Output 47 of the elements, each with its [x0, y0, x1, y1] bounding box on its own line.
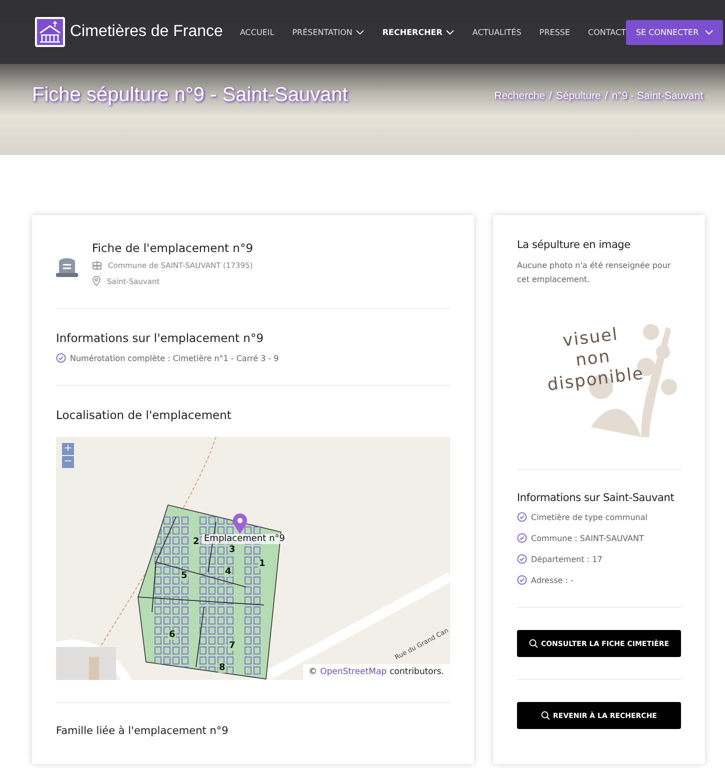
section-number: 3	[228, 545, 236, 555]
page-title: Fiche sépulture n°9 - Saint-Sauvant	[32, 84, 348, 107]
login-button[interactable]: SE CONNECTER	[626, 20, 723, 44]
attribution-link[interactable]: OpenStreetMap	[320, 667, 387, 677]
section-number: 7	[228, 641, 236, 651]
location-title: Fiche de l'emplacement n°9	[92, 241, 254, 255]
info-item: Département : 17	[531, 554, 602, 564]
search-icon	[541, 711, 550, 720]
section-title: Informations sur l'emplacement n°9	[56, 331, 265, 345]
chevron-down-icon	[704, 30, 713, 34]
nav-link[interactable]: RECHERCHER	[382, 28, 454, 36]
check-circle-icon	[517, 554, 527, 564]
nav-link[interactable]: ACCUEIL	[240, 28, 274, 36]
section-title: La sépulture en image	[517, 239, 632, 251]
nav-link[interactable]: PRESSE	[539, 28, 570, 36]
marker-label: Emplacement n°9	[202, 534, 287, 544]
location-pin-icon	[92, 276, 101, 286]
section-number: 2	[192, 537, 200, 547]
map-marker-icon	[232, 513, 248, 535]
check-circle-icon	[517, 533, 527, 543]
signpost-icon	[92, 261, 102, 270]
section-title: Localisation de l'emplacement	[56, 408, 232, 422]
info-item: Cimetière de type communal	[531, 512, 648, 522]
search-icon	[528, 639, 538, 648]
nav-link[interactable]: PRÉSENTATION	[292, 28, 364, 36]
check-circle-icon	[517, 512, 527, 522]
nav-link[interactable]: CONTACT	[588, 28, 626, 36]
breadcrumb-separator: /	[604, 90, 608, 102]
section-title: Informations sur Saint-Sauvant	[517, 492, 676, 504]
section-number: 6	[168, 630, 176, 640]
logo-icon	[35, 17, 65, 47]
section-number: 8	[218, 663, 226, 673]
breadcrumb-separator: /	[549, 90, 552, 102]
site-name[interactable]: Cimetières de France	[70, 23, 223, 41]
info-item: Commune : SAINT-SAUVANT	[531, 534, 644, 542]
attribution-text: contributors.	[390, 667, 444, 677]
attribution-text: ©	[308, 667, 318, 677]
section-title: Famille liée à l'emplacement n°9	[56, 725, 230, 737]
info-item: Numérotation complète : Cimetière n°1 - Carré 3 - 9	[70, 354, 279, 362]
check-circle-icon	[517, 575, 527, 585]
section-number: 5	[180, 571, 188, 581]
check-circle-icon	[56, 353, 66, 363]
section-number: 1	[258, 559, 266, 569]
note-text: Aucune photo n'a été renseignée pour cet emplacement.	[517, 260, 672, 286]
info-item: Adresse : -	[531, 576, 574, 584]
section-number: 4	[224, 567, 232, 577]
nav-link[interactable]: ACTUALITÉS	[472, 28, 522, 36]
